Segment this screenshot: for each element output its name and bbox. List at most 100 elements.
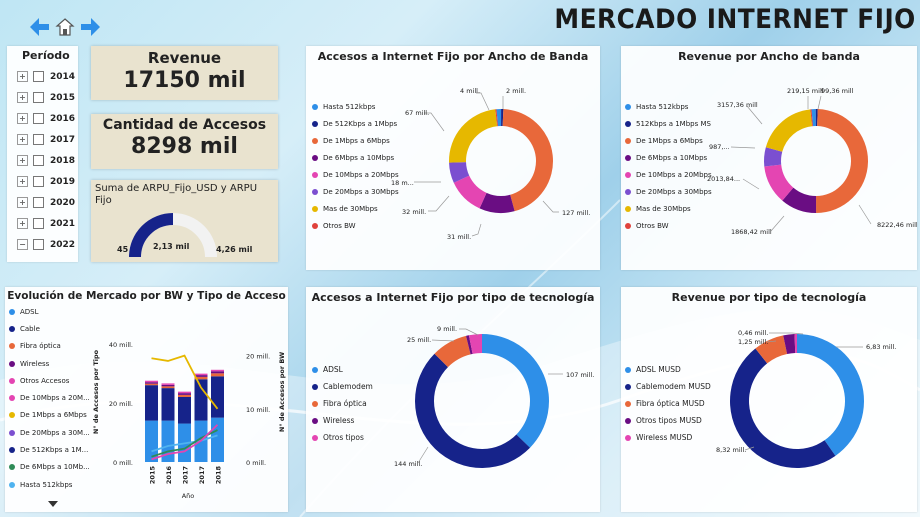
y-left-tick: 0 mill.	[113, 459, 133, 467]
expand-icon[interactable]: +	[17, 134, 28, 145]
bar-segment[interactable]	[211, 371, 224, 374]
periodo-year-2018[interactable]: +2018	[17, 150, 75, 171]
checkbox[interactable]	[33, 113, 44, 124]
bar-segment[interactable]	[161, 383, 175, 385]
leader-line	[431, 339, 455, 342]
data-label: 4 mill.	[460, 87, 480, 95]
bar-segment[interactable]	[145, 385, 158, 421]
leader-line	[817, 95, 822, 110]
checkbox[interactable]	[33, 176, 44, 187]
year-label: 2022	[50, 239, 76, 250]
bar-segment[interactable]	[145, 380, 158, 383]
periodo-year-2022[interactable]: − 2022	[17, 234, 75, 255]
checkbox[interactable]	[33, 134, 44, 145]
bar-segment[interactable]	[211, 373, 224, 377]
periodo-year-2020[interactable]: +2020	[17, 192, 75, 213]
bar-segment[interactable]	[211, 369, 224, 372]
arpu-max: 4,26 mil	[216, 245, 253, 254]
nav-forward-button[interactable]	[79, 16, 101, 38]
bar-segment[interactable]	[178, 394, 191, 397]
donut-slice[interactable]	[449, 109, 498, 163]
donut-slice[interactable]	[765, 109, 813, 152]
donut-chart: 0,46 mill.1,25 mill. 6,83 mill. 8,32 mill.	[716, 329, 896, 469]
x-tick: 2016	[165, 466, 173, 485]
donut-slice[interactable]	[816, 109, 869, 213]
home-icon	[55, 18, 75, 36]
bar-segment[interactable]	[211, 376, 224, 418]
panel-accesos-tec: Accesos a Internet Fijo por tipo de tecn…	[306, 287, 600, 512]
x-tick: 2017	[198, 466, 206, 484]
donut-slice[interactable]	[482, 334, 549, 448]
donut-slice[interactable]	[453, 175, 487, 209]
panel-revenue-tec: Revenue por tipo de tecnología ADSL MUSD…	[621, 287, 917, 512]
checkbox[interactable]	[33, 155, 44, 166]
leader-line	[730, 146, 756, 149]
revenue-label: Revenue	[147, 49, 222, 67]
periodo-year-2016[interactable]: +2016	[17, 108, 75, 129]
x-tick: 2018	[215, 466, 223, 485]
bar-segment[interactable]	[178, 391, 191, 394]
periodo-year-2017[interactable]: +2017	[17, 129, 75, 150]
data-label: 18 m...	[391, 179, 414, 187]
panel-accesos-bw: Accesos a Internet Fijo por Ancho de Ban…	[306, 46, 600, 270]
data-label: 9 mill.	[437, 325, 457, 333]
expand-icon[interactable]: +	[17, 218, 28, 229]
expand-icon[interactable]: +	[17, 176, 28, 187]
periodo-slicer: Período +2014 +2015 +2016 +2017 +2018 +2019 +2…	[7, 46, 78, 262]
arpu-gauge: 45 2,13 mil 4,26 mil	[117, 213, 253, 258]
combo-chart: 40 mill. 20 mill. 0 mill. 20 mill. 10 mill. 0…	[92, 341, 286, 500]
year-label: 2017	[50, 134, 76, 145]
periodo-year-2021[interactable]: +2021	[17, 213, 75, 234]
data-label: 219,15 mill	[787, 87, 824, 95]
bar-segment[interactable]	[194, 379, 208, 421]
data-label: 987,...	[709, 143, 730, 151]
bar-segment[interactable]	[161, 384, 175, 387]
periodo-year-2019[interactable]: +2019	[17, 171, 75, 192]
bar-segment[interactable]	[194, 373, 208, 376]
expand-icon[interactable]: +	[17, 71, 28, 82]
bar-segment[interactable]	[211, 417, 224, 462]
collapse-icon[interactable]: −	[17, 239, 28, 250]
checkbox[interactable]	[33, 92, 44, 103]
nav-home-button[interactable]	[55, 17, 75, 37]
expand-icon[interactable]: +	[17, 113, 28, 124]
nav-back-button[interactable]	[29, 16, 51, 38]
checkbox[interactable]	[33, 218, 44, 229]
data-label: 25 mill.	[407, 336, 431, 344]
arrow-right-icon	[81, 18, 100, 36]
data-label: 3157,36 mill	[717, 101, 758, 109]
bar-segment[interactable]	[161, 388, 175, 421]
bar-segment[interactable]	[145, 382, 158, 384]
y-left-tick: 40 mill.	[109, 341, 133, 349]
donut-chart: 9 mill. 25 mill. 107 mill. 144 mill.	[394, 325, 594, 468]
bar-segment[interactable]	[178, 393, 191, 395]
donut-slice[interactable]	[415, 353, 531, 468]
bar-segment[interactable]	[194, 375, 208, 377]
expand-icon[interactable]: +	[17, 155, 28, 166]
periodo-year-2015[interactable]: +2015	[17, 87, 75, 108]
periodo-title: Período	[22, 49, 70, 62]
year-label: 2018	[50, 155, 76, 166]
arpu-card: Suma de ARPU_Fijo_USD y ARPU Fijo 45 2,1…	[91, 180, 278, 262]
leader-line	[858, 204, 872, 225]
bar-segment[interactable]	[178, 396, 191, 424]
page-title: MERCADO INTERNET FIJO	[554, 4, 916, 35]
year-label: 2021	[50, 218, 76, 229]
year-label: 2014	[50, 71, 76, 82]
expand-icon[interactable]: +	[17, 92, 28, 103]
checkbox[interactable]	[33, 71, 44, 82]
data-label: 1,25 mill.	[738, 338, 768, 346]
data-label: 31 mill.	[447, 233, 471, 241]
data-label: 6,83 mill.	[866, 343, 896, 351]
y-right-tick: 0 mill.	[246, 459, 266, 467]
bar-segment[interactable]	[145, 383, 158, 386]
donut-slice[interactable]	[797, 334, 864, 456]
checkbox[interactable]	[33, 239, 44, 250]
periodo-year-2014[interactable]: +2014	[17, 66, 75, 87]
bar-segment[interactable]	[161, 386, 175, 389]
x-tick: 2015	[149, 466, 157, 485]
panel-revenue-bw: Revenue por Ancho de banda Hasta 512kbps…	[621, 46, 917, 270]
donut-chart: 219,15 mill99,36 mill 3157,36 mill 987,...…	[707, 87, 917, 236]
expand-icon[interactable]: +	[17, 197, 28, 208]
checkbox[interactable]	[33, 197, 44, 208]
